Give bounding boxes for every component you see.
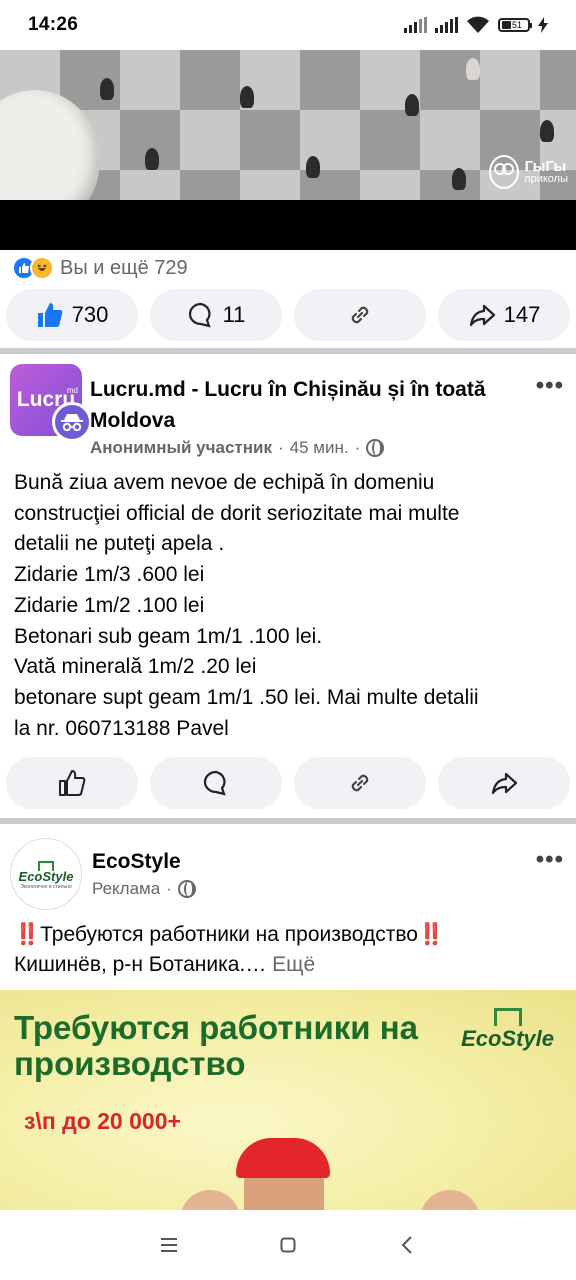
wifi-icon	[467, 16, 489, 33]
page-avatar[interactable]: EcoStyle Экологично и стильно	[10, 838, 82, 910]
watermark-face-icon	[488, 155, 519, 189]
banner-logo-text: EcoStyle	[461, 1026, 554, 1051]
comment-icon	[188, 302, 211, 328]
post-body-text: Bună ziua avem nevoe de echipă în domeni…	[14, 471, 479, 740]
signal-icon	[435, 17, 458, 33]
comment-count: 11	[222, 302, 246, 327]
anonymous-badge	[52, 402, 92, 442]
share-count: 147	[503, 302, 541, 327]
watermark-line2: приколы	[524, 173, 568, 185]
ad-text: ‼️Требуются работники на производство‼️ …	[14, 920, 564, 980]
status-icons: 51	[404, 16, 548, 34]
globe-icon	[177, 880, 196, 898]
home-button[interactable]	[268, 1225, 308, 1265]
chess-pawn	[145, 148, 159, 170]
exclamation-icon: ‼️	[14, 923, 41, 946]
ad-text-line1: Требуются работники на производство	[40, 923, 418, 946]
status-time: 14:26	[28, 14, 79, 35]
more-options-button[interactable]: •••	[536, 846, 564, 874]
charging-icon	[538, 17, 548, 33]
ad-banner-image[interactable]: Требуются работники на производство EcoS…	[0, 990, 576, 1210]
link-icon	[351, 774, 369, 792]
back-button[interactable]	[387, 1225, 427, 1265]
menu-icon	[161, 1238, 178, 1252]
more-options-button[interactable]: •••	[536, 372, 564, 400]
post-actions: 730 11 147	[0, 289, 576, 343]
video-watermark: ГыГы приколы	[488, 155, 568, 189]
house-icon	[38, 860, 54, 871]
post-time[interactable]: 45 мин.	[290, 438, 349, 458]
like-count: 730	[71, 302, 109, 327]
battery-level: 51	[512, 20, 523, 30]
back-chevron-icon	[401, 1236, 412, 1254]
worker-image	[236, 1138, 332, 1210]
like-icon	[59, 770, 86, 796]
haha-icon	[30, 256, 54, 280]
see-more-link[interactable]: Ещё	[272, 953, 315, 976]
avatar-tagline: Экологично и стильно	[20, 883, 72, 890]
reactions-summary[interactable]: Вы и ещё 729	[12, 254, 188, 282]
like-button[interactable]	[6, 757, 138, 809]
globe-icon	[366, 439, 385, 457]
chess-pawn	[405, 94, 419, 116]
post-separator	[0, 818, 576, 824]
ad-text-line2: Кишинёв, р-н Ботаника.	[14, 953, 246, 976]
copy-link-button[interactable]	[294, 289, 426, 341]
banner-salary: з\п до 20 000+	[24, 1108, 181, 1134]
system-nav-bar	[0, 1210, 576, 1280]
banner-headline: Требуются работники на производство	[14, 1009, 419, 1082]
post-separator	[0, 348, 576, 354]
watermark-line1: ГыГы	[524, 158, 567, 175]
chess-pawn	[100, 78, 114, 100]
reactions-text: Вы и ещё 729	[60, 256, 188, 279]
link-icon	[351, 306, 369, 324]
share-button[interactable]: 147	[438, 289, 570, 341]
comment-button[interactable]	[150, 757, 282, 809]
exclamation-icon: ‼️	[417, 923, 445, 946]
signal-icon	[404, 17, 427, 33]
video-letterbox	[0, 200, 576, 250]
post-header: Lucru md Lucru.md - Lucru în Chișinău și…	[10, 364, 486, 457]
incognito-icon	[61, 414, 83, 432]
status-bar: 14:26 51	[0, 0, 576, 50]
banner-logo: EcoStyle	[461, 1008, 554, 1052]
like-filled-icon	[37, 303, 62, 327]
chess-pawn	[540, 120, 554, 142]
page-name[interactable]: EcoStyle	[92, 846, 522, 877]
share-icon	[469, 304, 495, 327]
sponsored-label: Реклама	[92, 879, 161, 898]
hand-image	[180, 1190, 240, 1210]
battery-icon: 51	[498, 18, 532, 32]
post-author[interactable]: Анонимный участник	[90, 438, 272, 458]
home-square-icon	[280, 1237, 296, 1253]
copy-link-button[interactable]	[294, 757, 426, 809]
chess-pawn	[306, 156, 320, 178]
house-icon	[493, 1008, 522, 1026]
chess-pawn	[466, 58, 480, 80]
ad-header: EcoStyle Экологично и стильно EcoStyle Р…	[10, 838, 196, 910]
meta-separator: ·	[277, 438, 284, 457]
comment-button[interactable]: 11	[150, 289, 282, 341]
hand-image	[420, 1190, 480, 1210]
share-button[interactable]	[438, 757, 570, 809]
share-icon	[491, 772, 518, 795]
comment-icon	[203, 770, 226, 796]
like-button[interactable]: 730	[6, 289, 138, 341]
chess-pawn	[240, 86, 254, 108]
avatar-superscript: md	[66, 386, 78, 395]
menu-button[interactable]	[149, 1225, 189, 1265]
ad-ellipsis: …	[245, 953, 267, 976]
avatar-brand: EcoStyle	[18, 868, 74, 884]
chess-pawn	[452, 168, 466, 190]
post-actions	[0, 757, 576, 811]
video-player[interactable]	[0, 50, 576, 250]
meta-separator: ·	[354, 438, 361, 457]
group-title[interactable]: Lucru.md - Lucru în Chișinău și în toată…	[90, 374, 520, 436]
meta-separator: ·	[166, 879, 172, 898]
